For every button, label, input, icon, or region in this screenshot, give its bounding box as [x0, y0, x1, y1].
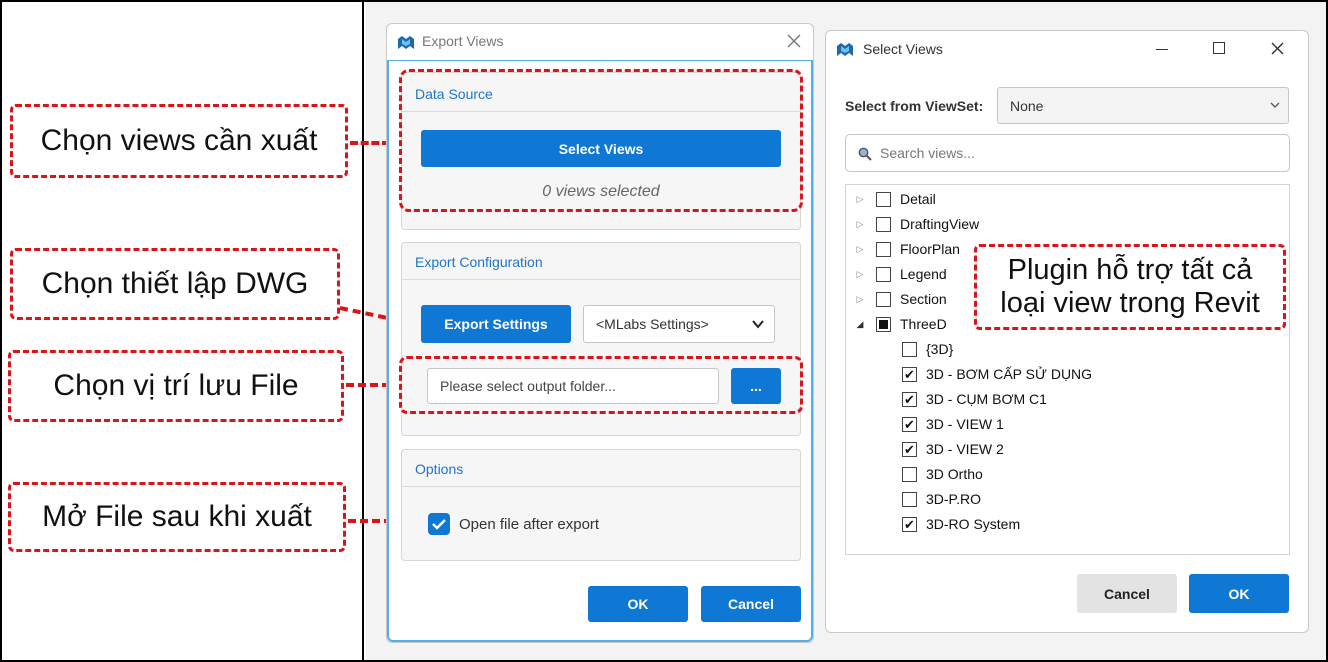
tree-item-label: Legend — [900, 266, 947, 282]
tree-item-checkbox[interactable]: ✔ — [902, 416, 917, 432]
tree-item[interactable]: ▷ Detail — [854, 188, 936, 210]
chevron-down-icon — [752, 320, 764, 329]
tree-item-checkbox[interactable]: ✔ — [902, 441, 917, 457]
tree-item-label: 3D Ortho — [926, 466, 983, 482]
highlight-data-source — [399, 69, 803, 212]
callout-plugin-support: Plugin hỗ trợ tất cả loại view trong Rev… — [974, 244, 1286, 330]
group-header: Options — [415, 461, 464, 477]
tree-item-checkbox[interactable] — [876, 191, 891, 207]
tree-item[interactable]: ✔ 3D - BƠM CẤP SỬ DỤNG — [902, 363, 1092, 385]
tree-item[interactable]: ✔ 3D - CỤM BƠM C1 — [902, 388, 1047, 410]
tree-item[interactable]: ◢ ThreeD — [854, 313, 947, 335]
tree-item-label: Section — [900, 291, 947, 307]
tree-rows-container: ▷ Detail ▷ DraftingView ▷ FloorPlan ▷ Legend ▷ Se… — [854, 188, 1274, 548]
callout-text: Chọn views cần xuất — [40, 124, 318, 157]
window-title: Select Views — [863, 41, 943, 57]
tree-item-label: DraftingView — [900, 216, 980, 232]
divider — [402, 279, 800, 280]
tree-item-label: 3D - CỤM BƠM C1 — [926, 391, 1047, 407]
close-icon[interactable] — [1271, 42, 1284, 55]
tree-item-checkbox[interactable] — [876, 291, 891, 307]
callout-text: Mở File sau khi xuất — [42, 500, 312, 533]
expand-arrow-right-icon[interactable]: ▷ — [854, 294, 866, 305]
settings-dropdown-value: <MLabs Settings> — [596, 316, 709, 332]
export-cancel-button[interactable]: Cancel — [701, 586, 801, 622]
callout-select-views: Chọn views cần xuất — [10, 104, 348, 178]
tree-item-checkbox[interactable]: ✔ — [902, 391, 917, 407]
expand-arrow-right-icon[interactable]: ▷ — [854, 219, 866, 230]
chevron-down-icon — [1270, 102, 1280, 108]
checkmark-icon — [432, 519, 446, 530]
tree-item-checkbox[interactable] — [876, 241, 891, 257]
app-logo-icon — [837, 43, 853, 56]
tree-item[interactable]: ▷ Legend — [854, 263, 947, 285]
tree-item-checkbox[interactable] — [902, 466, 917, 482]
tree-item-label: 3D - BƠM CẤP SỬ DỤNG — [926, 366, 1093, 382]
tree-item-label: ThreeD — [900, 316, 947, 332]
tree-item-checkbox[interactable] — [876, 316, 891, 332]
views-tree: ▷ Detail ▷ DraftingView ▷ FloorPlan ▷ Legend ▷ Se… — [845, 184, 1290, 555]
window-title: Export Views — [422, 33, 504, 49]
maximize-icon[interactable] — [1213, 42, 1225, 54]
viewset-label: Select from ViewSet: — [845, 98, 984, 114]
expand-arrow-right-icon[interactable]: ▷ — [854, 269, 866, 280]
group-header: Export Configuration — [415, 254, 543, 270]
viewset-dropdown[interactable]: None — [997, 87, 1289, 124]
close-icon[interactable] — [787, 34, 801, 48]
select-views-window: Select Views Select from ViewSet: None S… — [825, 30, 1309, 633]
select-cancel-button[interactable]: Cancel — [1077, 574, 1177, 613]
search-placeholder: Search views... — [880, 145, 975, 161]
tree-item-label: 3D - VIEW 1 — [926, 416, 1004, 432]
open-after-checkbox[interactable] — [428, 513, 450, 535]
tree-item-checkbox[interactable] — [876, 216, 891, 232]
tree-item[interactable]: ✔ 3D - VIEW 1 — [902, 413, 1004, 435]
open-after-label: Open file after export — [459, 516, 600, 533]
minimize-icon[interactable] — [1156, 49, 1168, 50]
callout-open-after: Mở File sau khi xuất — [8, 482, 346, 552]
search-input[interactable]: Search views... — [845, 134, 1290, 172]
callout-text: Plugin hỗ trợ tất cả — [1007, 253, 1253, 286]
arrow-line — [346, 383, 390, 387]
tree-item[interactable]: 3D Ortho — [902, 463, 983, 485]
tree-item[interactable]: 3D-P.RO — [902, 488, 981, 510]
divider — [402, 486, 800, 487]
tree-item[interactable]: ▷ DraftingView — [854, 213, 980, 235]
settings-dropdown[interactable]: <MLabs Settings> — [583, 305, 775, 343]
highlight-output-folder — [399, 356, 803, 414]
select-ok-button[interactable]: OK — [1189, 574, 1289, 613]
tree-item[interactable]: {3D} — [902, 338, 953, 360]
viewset-dropdown-value: None — [1010, 97, 1044, 114]
tree-item[interactable]: ✔ 3D - VIEW 2 — [902, 438, 1004, 460]
export-ok-button[interactable]: OK — [588, 586, 688, 622]
options-group: Options Open file after export — [401, 449, 801, 561]
tree-item-checkbox[interactable] — [902, 341, 917, 357]
search-icon — [858, 147, 872, 161]
annotation-panel — [2, 2, 364, 660]
app-logo-icon — [398, 36, 414, 49]
expand-arrow-right-icon[interactable]: ▷ — [854, 244, 866, 255]
expand-arrow-down-icon[interactable]: ◢ — [854, 319, 866, 330]
tree-item[interactable]: ✔ 3D-RO System — [902, 513, 1020, 535]
tree-item-label: 3D - VIEW 2 — [926, 441, 1004, 457]
tree-item-checkbox[interactable] — [876, 266, 891, 282]
callout-text: Chọn vị trí lưu File — [53, 369, 299, 402]
tree-item-label: 3D-P.RO — [926, 491, 981, 507]
expand-arrow-right-icon[interactable]: ▷ — [854, 194, 866, 205]
tree-item-checkbox[interactable]: ✔ — [902, 516, 917, 532]
tree-item[interactable]: ▷ FloorPlan — [854, 238, 960, 260]
callout-dwg-settings: Chọn thiết lập DWG — [10, 248, 340, 320]
tree-item-label: {3D} — [926, 341, 954, 357]
arrow-line — [350, 141, 390, 145]
tree-item-checkbox[interactable]: ✔ — [902, 366, 917, 382]
tree-item-label: 3D-RO System — [926, 516, 1021, 532]
tree-item-label: FloorPlan — [900, 241, 960, 257]
export-settings-button[interactable]: Export Settings — [421, 305, 571, 343]
tree-item-label: Detail — [900, 191, 936, 207]
callout-save-location: Chọn vị trí lưu File — [8, 350, 344, 422]
callout-text: Chọn thiết lập DWG — [41, 267, 309, 300]
tree-item-checkbox[interactable] — [902, 491, 917, 507]
callout-text: loại view trong Revit — [1000, 287, 1260, 319]
tree-item[interactable]: ▷ Section — [854, 288, 947, 310]
